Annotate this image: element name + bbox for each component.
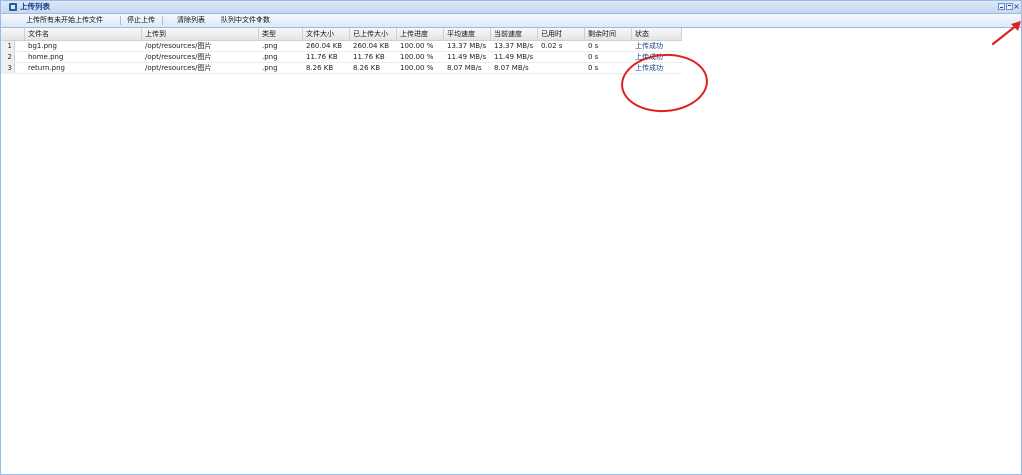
table-row[interactable]: 1 bg1.png /opt/resources/图片 .png 260.04 … — [1, 41, 682, 52]
row-number: 1 — [1, 41, 15, 51]
column-header-elapsed-time[interactable]: 已用时 — [538, 28, 585, 40]
rownumber-header — [1, 28, 25, 40]
upload-list-window: 上传列表 × 上传所有未开始上传文件 停止上传 清除列表 队列中文件个数 0 文… — [0, 0, 1022, 475]
cell-remaining-time: 0 s — [588, 53, 599, 61]
cell-progress: 100.00 % — [400, 53, 434, 61]
queue-count-label: 队列中文件个数 — [221, 16, 270, 24]
cell-current-speed: 8.07 MB/s — [494, 64, 529, 72]
cell-filesize: 260.04 KB — [306, 42, 343, 50]
annotation-arrow-icon — [991, 21, 1021, 46]
cell-filename: return.png — [28, 64, 65, 72]
cell-progress: 100.00 % — [400, 42, 434, 50]
toolbar: 上传所有未开始上传文件 停止上传 清除列表 队列中文件个数 0 — [1, 14, 1021, 28]
window-icon — [9, 3, 17, 11]
cell-average-speed: 11.49 MB/s — [447, 53, 487, 61]
cell-current-speed: 11.49 MB/s — [494, 53, 534, 61]
cell-filesize: 11.76 KB — [306, 53, 338, 61]
cell-type: .png — [262, 53, 278, 61]
cell-type: .png — [262, 64, 278, 72]
upload-grid: 文件名 上传到 类型 文件大小 已上传大小 上传进度 平均速度 当前速度 已用时… — [1, 28, 1021, 74]
cell-destination: /opt/resources/图片 — [145, 42, 212, 50]
minimize-button[interactable] — [998, 3, 1005, 10]
cell-uploaded-size: 260.04 KB — [353, 42, 390, 50]
window-title: 上传列表 — [20, 2, 50, 11]
column-header-current-speed[interactable]: 当前速度 — [491, 28, 538, 40]
cell-type: .png — [262, 42, 278, 50]
close-button[interactable]: × — [1013, 3, 1020, 11]
row-number: 2 — [1, 52, 15, 62]
cell-filename: bg1.png — [28, 42, 57, 50]
row-number: 3 — [1, 63, 15, 73]
clear-list-button[interactable]: 清除列表 — [174, 15, 208, 26]
cell-current-speed: 13.37 MB/s — [494, 42, 534, 50]
cell-average-speed: 8.07 MB/s — [447, 64, 482, 72]
column-header-status[interactable]: 状态 — [632, 28, 682, 40]
cell-filename: home.png — [28, 53, 64, 61]
column-header-average-speed[interactable]: 平均速度 — [444, 28, 491, 40]
cell-uploaded-size: 8.26 KB — [353, 64, 381, 72]
cell-destination: /opt/resources/图片 — [145, 53, 212, 61]
table-row[interactable]: 2 home.png /opt/resources/图片 .png 11.76 … — [1, 52, 682, 63]
queue-count-value: 0 — [257, 16, 262, 24]
toolbar-separator — [162, 16, 163, 25]
column-header-type[interactable]: 类型 — [259, 28, 303, 40]
cell-destination: /opt/resources/图片 — [145, 64, 212, 72]
column-header-filesize[interactable]: 文件大小 — [303, 28, 350, 40]
column-header-progress[interactable]: 上传进度 — [397, 28, 444, 40]
cell-progress: 100.00 % — [400, 64, 434, 72]
table-row[interactable]: 3 return.png /opt/resources/图片 .png 8.26… — [1, 63, 682, 74]
grid-header: 文件名 上传到 类型 文件大小 已上传大小 上传进度 平均速度 当前速度 已用时… — [1, 28, 682, 41]
cell-status: 上传成功 — [635, 42, 663, 50]
upload-all-button[interactable]: 上传所有未开始上传文件 — [23, 15, 106, 26]
cell-elapsed-time — [538, 63, 585, 73]
title-bar[interactable]: 上传列表 × — [1, 1, 1021, 14]
column-header-remaining-time[interactable]: 剩余时间 — [585, 28, 632, 40]
stop-upload-button[interactable]: 停止上传 — [124, 15, 158, 26]
cell-uploaded-size: 11.76 KB — [353, 53, 385, 61]
column-header-destination[interactable]: 上传到 — [142, 28, 259, 40]
toolbar-separator — [120, 16, 121, 25]
cell-remaining-time: 0 s — [588, 42, 599, 50]
cell-elapsed-time — [538, 52, 585, 62]
maximize-button[interactable] — [1006, 3, 1013, 10]
cell-average-speed: 13.37 MB/s — [447, 42, 487, 50]
cell-elapsed-time: 0.02 s — [541, 42, 563, 50]
column-header-filename[interactable]: 文件名 — [25, 28, 142, 40]
cell-filesize: 8.26 KB — [306, 64, 334, 72]
column-header-uploaded-size[interactable]: 已上传大小 — [350, 28, 397, 40]
